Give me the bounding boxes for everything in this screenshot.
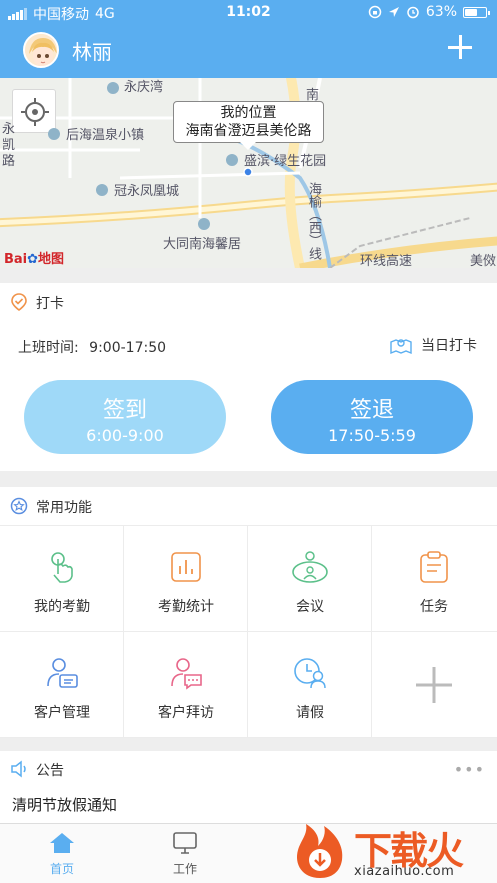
map-label-meiyao: 美傚 <box>470 254 497 268</box>
battery-percent: 63% <box>425 4 457 20</box>
user-name: 林丽 <box>72 40 112 64</box>
status-right: 63% <box>368 4 490 20</box>
func-task[interactable]: 任务 <box>372 526 497 632</box>
sign-in-button[interactable]: 签到 6:00-9:00 <box>24 380 226 454</box>
battery-icon <box>463 6 490 18</box>
map-label-datong: 大同南海馨居 <box>163 237 242 252</box>
title-bar: 林丽 <box>0 30 497 72</box>
tab-label: 首页 <box>49 862 74 876</box>
tab-work[interactable]: 工作 <box>155 832 215 877</box>
poi-marker-icon <box>107 82 119 94</box>
today-punch-label: 当日打卡 <box>421 338 477 354</box>
common-functions-section: 常用功能 我的考勤 考勤统计 会议 任务 客户管理 客户拜访 请假 <box>0 487 497 738</box>
flame-logo-icon <box>296 824 343 878</box>
functions-title: 常用功能 <box>36 500 92 516</box>
rotation-lock-icon <box>368 5 382 19</box>
star-circle-icon <box>10 497 28 515</box>
bubble-title: 我的位置 <box>220 105 277 121</box>
visit-chat-icon <box>171 658 202 690</box>
today-punch-link[interactable]: 当日打卡 <box>389 335 477 355</box>
sign-out-label: 签退 <box>349 398 394 423</box>
notice-item[interactable]: 清明节放假通知 <box>12 794 117 815</box>
func-add-more[interactable] <box>372 632 497 738</box>
map-location-icon <box>390 339 412 355</box>
location-map[interactable]: 永庆湾 后海温泉小镇 永 凯 路 冠永凤凰城 大同南海馨居 盛滨·绿生花园 南 … <box>0 78 497 268</box>
notice-section: 公告 ••• 清明节放假通知 <box>0 751 497 823</box>
func-label: 请假 <box>296 705 324 721</box>
watermark-url: xiazaihuo.com <box>354 864 455 879</box>
leave-clock-icon <box>294 658 326 689</box>
work-time-label: 上班时间: <box>18 340 79 356</box>
func-label: 我的考勤 <box>34 599 90 615</box>
anime-avatar-icon <box>25 34 57 66</box>
locate-me-button[interactable] <box>12 89 56 133</box>
poi-marker-icon <box>48 128 60 140</box>
status-bar: 中国移动 4G 11:02 63% <box>0 0 497 26</box>
more-options-icon[interactable]: ••• <box>454 760 485 779</box>
map-label-guanyong: 冠永凤凰城 <box>114 184 180 199</box>
work-time-value: 9:00-17:50 <box>89 340 167 356</box>
app-screen: 中国移动 4G 11:02 63% 林丽 永庆湾 后海温泉小镇 永 凯 路 冠永… <box>0 0 497 883</box>
func-label: 客户拜访 <box>158 705 214 721</box>
map-label-shengying: 盛滨·绿生花园 <box>244 154 327 169</box>
alarm-icon <box>407 6 419 19</box>
sign-out-time: 17:50-5:59 <box>328 426 416 445</box>
notice-title: 公告 <box>36 763 64 779</box>
poi-marker-icon <box>226 154 238 166</box>
func-my-attendance[interactable]: 我的考勤 <box>0 526 124 632</box>
my-location-bubble[interactable]: 我的位置 海南省澄迈县美伦路 <box>173 101 324 150</box>
sign-out-button[interactable]: 签退 17:50-5:59 <box>271 380 473 454</box>
func-customer-management[interactable]: 客户管理 <box>0 632 124 738</box>
map-label-houhai: 后海温泉小镇 <box>66 128 145 143</box>
user-avatar[interactable] <box>23 32 59 68</box>
func-leave[interactable]: 请假 <box>248 632 372 738</box>
poi-marker-icon <box>96 184 108 196</box>
sign-in-label: 签到 <box>102 398 147 423</box>
clock-in-title: 打卡 <box>36 296 64 312</box>
tab-label: 工作 <box>172 862 197 876</box>
add-button[interactable] <box>447 34 473 60</box>
location-arrow-icon <box>388 7 399 17</box>
func-label: 考勤统计 <box>158 599 214 615</box>
functions-grid: 我的考勤 考勤统计 会议 任务 客户管理 客户拜访 请假 <box>0 525 497 738</box>
bar-chart-icon <box>171 552 201 582</box>
tab-home[interactable]: 首页 <box>32 832 92 877</box>
map-label-haiyu: 海榆（西）线 <box>306 182 321 260</box>
poi-marker-icon <box>198 218 210 230</box>
func-label: 任务 <box>420 599 448 615</box>
map-label-huanxian: 环线高速 <box>360 254 413 268</box>
customer-card-icon <box>47 658 78 688</box>
app-header: 中国移动 4G 11:02 63% 林丽 <box>0 0 497 78</box>
xiazaihuo-watermark: 下载火 xiazaihuo.com <box>290 820 497 883</box>
work-time: 上班时间: 9:00-17:50 <box>18 337 166 357</box>
func-customer-visit[interactable]: 客户拜访 <box>124 632 248 738</box>
monitor-icon <box>173 832 197 854</box>
map-label-yongqingwan: 永庆湾 <box>124 80 164 95</box>
func-meeting[interactable]: 会议 <box>248 526 372 632</box>
func-label: 客户管理 <box>34 705 90 721</box>
clock-in-section: 打卡 上班时间: 9:00-17:50 当日打卡 签到 6:00-9:00 签退… <box>0 283 497 471</box>
add-icon <box>416 667 452 703</box>
func-label: 会议 <box>296 599 324 615</box>
hand-tap-icon <box>51 552 73 583</box>
func-attendance-stats[interactable]: 考勤统计 <box>124 526 248 632</box>
crosshair-icon <box>21 98 49 126</box>
baidu-map-logo: Bai✿地图 <box>4 252 65 267</box>
speaker-icon <box>11 760 26 778</box>
meeting-icon <box>292 551 328 583</box>
check-pin-icon <box>11 293 27 311</box>
bubble-address: 海南省澄迈县美伦路 <box>185 123 312 139</box>
home-icon <box>50 833 74 853</box>
map-label-yongkai: 永 凯 路 <box>2 122 16 169</box>
clipboard-icon <box>420 551 448 583</box>
sign-in-time: 6:00-9:00 <box>86 426 164 445</box>
